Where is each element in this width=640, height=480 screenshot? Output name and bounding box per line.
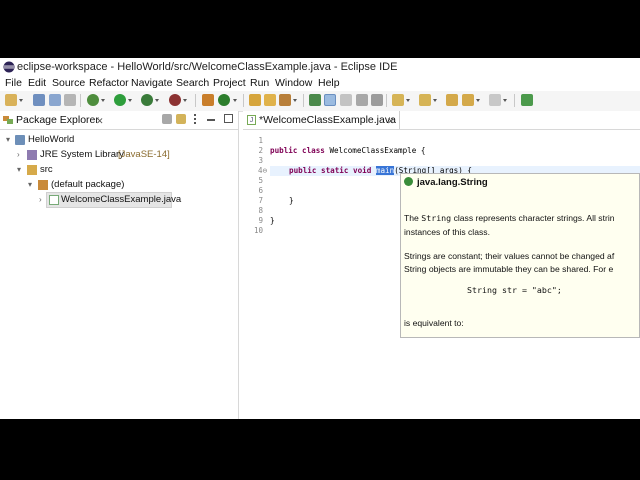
- menu-window[interactable]: Window: [275, 76, 312, 91]
- project-icon: [15, 135, 25, 145]
- editor-tab-bar: J *WelcomeClassExample.java ✕: [243, 111, 640, 130]
- debug-icon[interactable]: [87, 94, 99, 106]
- java-file-icon: [49, 195, 59, 205]
- line-number: 5: [258, 176, 263, 185]
- line-number: 8: [258, 206, 263, 215]
- annotation-icon[interactable]: [309, 94, 321, 106]
- menu-search[interactable]: Search: [176, 76, 209, 91]
- view-menu-icon[interactable]: [194, 114, 198, 124]
- last-edit-location-icon[interactable]: [446, 94, 458, 106]
- popup-paragraph-1a: The String class represents character st…: [404, 213, 615, 223]
- menu-edit[interactable]: Edit: [28, 76, 46, 91]
- popup-paragraph-2b: String objects are immutable they can be…: [404, 264, 614, 274]
- line-number: 9: [258, 216, 263, 225]
- tree-label: (default package): [51, 179, 125, 190]
- tree-item-welcome-java[interactable]: › WelcomeClassExample.java: [39, 192, 181, 208]
- package-icon: [38, 180, 48, 190]
- line-number: 2: [258, 146, 263, 155]
- search-icon[interactable]: [279, 94, 291, 106]
- save-icon[interactable]: [33, 94, 45, 106]
- show-whitespace-icon[interactable]: [371, 94, 383, 106]
- source-folder-icon: [27, 165, 37, 175]
- print-icon[interactable]: [64, 94, 76, 106]
- open-perspective-icon[interactable]: [521, 94, 533, 106]
- previous-annotation-icon[interactable]: [419, 94, 431, 106]
- run-icon[interactable]: [114, 94, 126, 106]
- external-tools-icon[interactable]: [169, 94, 181, 106]
- tree-label: HelloWorld: [28, 134, 75, 145]
- word-wrap-icon[interactable]: [340, 94, 352, 106]
- tree-label: JRE System Library: [40, 149, 124, 160]
- collapse-arrow-icon[interactable]: ▾: [28, 178, 32, 192]
- next-annotation-icon[interactable]: [392, 94, 404, 106]
- collapse-arrow-icon[interactable]: ▾: [6, 133, 10, 147]
- line-number: 7: [258, 196, 263, 205]
- title-bar: eclipse-workspace - HelloWorld/src/Welco…: [0, 58, 640, 76]
- new-java-class-icon[interactable]: [218, 94, 230, 106]
- collapse-all-icon[interactable]: [162, 114, 172, 124]
- editor-tab-welcome[interactable]: J *WelcomeClassExample.java ✕: [243, 111, 400, 129]
- menu-file[interactable]: File: [5, 76, 22, 91]
- link-with-editor-icon[interactable]: [176, 114, 186, 124]
- collapse-arrow-icon[interactable]: ▾: [17, 163, 21, 177]
- package-explorer-view: Package Explorer ✕ ▾ HelloWorld › JRE Sy…: [0, 111, 239, 419]
- eclipse-window: eclipse-workspace - HelloWorld/src/Welco…: [0, 58, 640, 419]
- java-file-icon: J: [247, 115, 256, 125]
- save-all-icon[interactable]: [49, 94, 61, 106]
- popup-paragraph-2a: Strings are constant; their values canno…: [404, 251, 615, 261]
- run-coverage-icon[interactable]: [141, 94, 153, 106]
- package-explorer-title: Package Explorer: [16, 114, 99, 126]
- tree-label: WelcomeClassExample.java: [61, 194, 182, 205]
- code-line-7: }: [289, 196, 294, 205]
- menu-help[interactable]: Help: [318, 76, 340, 91]
- popup-paragraph-3: is equivalent to:: [404, 318, 464, 328]
- package-explorer-icon: [3, 116, 13, 124]
- library-icon: [27, 150, 37, 160]
- code-line-2: public class WelcomeClassExample {: [270, 146, 426, 155]
- maximize-icon[interactable]: [224, 114, 233, 123]
- tree-label-suffix: [JavaSE-14]: [118, 149, 170, 160]
- line-number[interactable]: 4⊖: [258, 166, 267, 175]
- close-view-icon[interactable]: ✕: [96, 116, 104, 126]
- line-number: 3: [258, 156, 263, 165]
- menu-run[interactable]: Run: [250, 76, 269, 91]
- line-number: 1: [258, 136, 263, 145]
- popup-header: java.lang.String: [417, 177, 488, 188]
- javadoc-hover-popup[interactable]: java.lang.String The String class repres…: [400, 173, 640, 338]
- line-number: 10: [253, 226, 263, 235]
- mark-occurrences-icon[interactable]: [324, 94, 336, 106]
- editor-tab-label: *WelcomeClassExample.java: [259, 114, 396, 126]
- code-line-9: }: [270, 216, 275, 225]
- menu-project[interactable]: Project: [213, 76, 246, 91]
- new-icon[interactable]: [5, 94, 17, 106]
- block-selection-icon[interactable]: [356, 94, 368, 106]
- open-task-icon[interactable]: [264, 94, 276, 106]
- close-tab-icon[interactable]: ✕: [387, 116, 395, 126]
- line-number: 6: [258, 186, 263, 195]
- forward-icon[interactable]: [489, 94, 501, 106]
- menu-navigate[interactable]: Navigate: [131, 76, 172, 91]
- expand-arrow-icon[interactable]: ›: [17, 148, 20, 162]
- new-java-package-icon[interactable]: [202, 94, 214, 106]
- selected-text: main: [375, 166, 395, 175]
- window-title: eclipse-workspace - HelloWorld/src/Welco…: [17, 61, 398, 73]
- popup-code-sample: String str = "abc";: [467, 285, 562, 295]
- eclipse-logo-icon: [3, 61, 15, 73]
- main-toolbar: [0, 91, 640, 112]
- package-explorer-tab[interactable]: Package Explorer ✕: [0, 111, 238, 130]
- popup-paragraph-1b: instances of this class.: [404, 227, 490, 237]
- line-number-ruler: 1 2 3 4⊖ 5 6 7 8 9 10: [243, 130, 267, 419]
- menu-refactor[interactable]: Refactor: [89, 76, 129, 91]
- menu-source[interactable]: Source: [52, 76, 85, 91]
- open-type-icon[interactable]: [249, 94, 261, 106]
- back-icon[interactable]: [462, 94, 474, 106]
- minimize-icon[interactable]: [207, 119, 215, 121]
- class-icon: [404, 177, 413, 186]
- menu-bar: File Edit Source Refactor Navigate Searc…: [0, 76, 640, 91]
- expand-arrow-icon[interactable]: ›: [39, 193, 42, 207]
- tree-label: src: [40, 164, 53, 175]
